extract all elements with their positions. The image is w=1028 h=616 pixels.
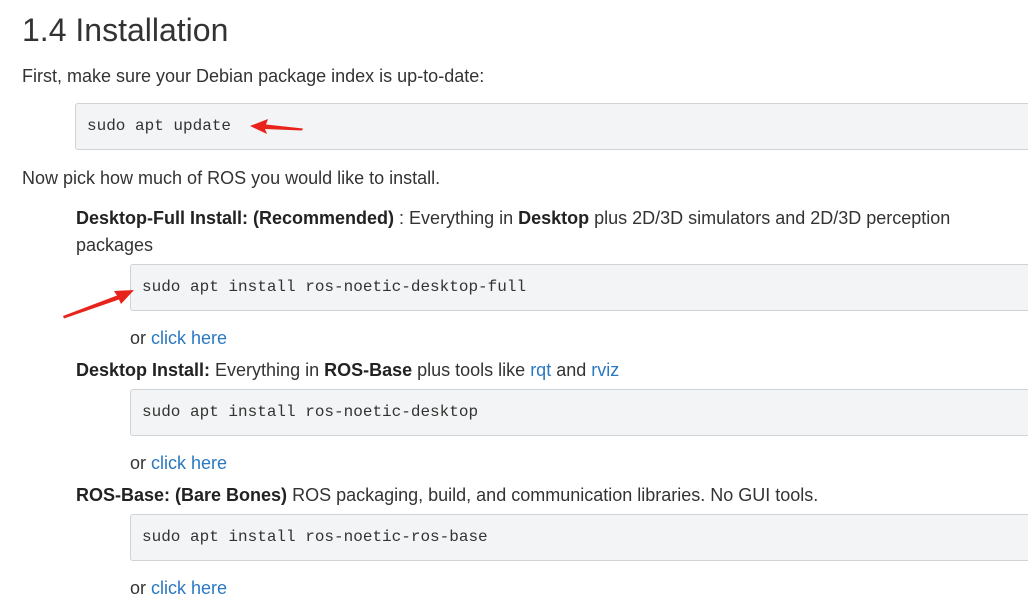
option-ros-base-label: ROS-Base: (Bare Bones): [76, 485, 288, 505]
update-command: sudo apt update: [87, 117, 232, 135]
page: 1.4 Installation First, make sure your D…: [0, 0, 1028, 616]
click-here-link-ros-base[interactable]: click here: [151, 578, 227, 598]
code-block-desktop-full[interactable]: sudo apt install ros-noetic-desktop-full: [130, 264, 1028, 311]
pick-text: Now pick how much of ROS you would like …: [22, 168, 441, 188]
code-block-ros-base[interactable]: sudo apt install ros-noetic-ros-base: [130, 514, 1028, 561]
option-desktop-title: Desktop Install: Everything in ROS-Base …: [76, 360, 620, 380]
option-desktop-label: Desktop Install:: [76, 360, 211, 380]
click-here-link-desktop-full[interactable]: click here: [151, 328, 227, 348]
option-desktop-full-title: Desktop-Full Install: (Recommended) : Ev…: [76, 208, 951, 255]
or-line-ros-base: or click here: [130, 578, 228, 598]
desktop-full-command: sudo apt install ros-noetic-desktop-full: [142, 278, 527, 296]
code-block-desktop[interactable]: sudo apt install ros-noetic-desktop: [130, 389, 1028, 436]
code-block-update[interactable]: sudo apt update: [75, 103, 1028, 150]
desktop-command: sudo apt install ros-noetic-desktop: [142, 403, 479, 421]
option-ros-base-title: ROS-Base: (Bare Bones) ROS packaging, bu…: [76, 485, 819, 505]
or-line-desktop-full: or click here: [130, 328, 228, 348]
or-line-desktop: or click here: [130, 453, 228, 473]
rviz-link[interactable]: rviz: [591, 360, 619, 380]
arrow-desktop-full-icon: [63, 290, 134, 319]
intro-text: First, make sure your Debian package ind…: [22, 66, 485, 86]
section-heading: 1.4 Installation: [22, 12, 229, 48]
click-here-link-desktop[interactable]: click here: [151, 453, 227, 473]
option-desktop-full-label: Desktop-Full Install: (Recommended): [76, 208, 395, 228]
rqt-link[interactable]: rqt: [530, 360, 551, 380]
ros-base-command: sudo apt install ros-noetic-ros-base: [142, 528, 488, 546]
